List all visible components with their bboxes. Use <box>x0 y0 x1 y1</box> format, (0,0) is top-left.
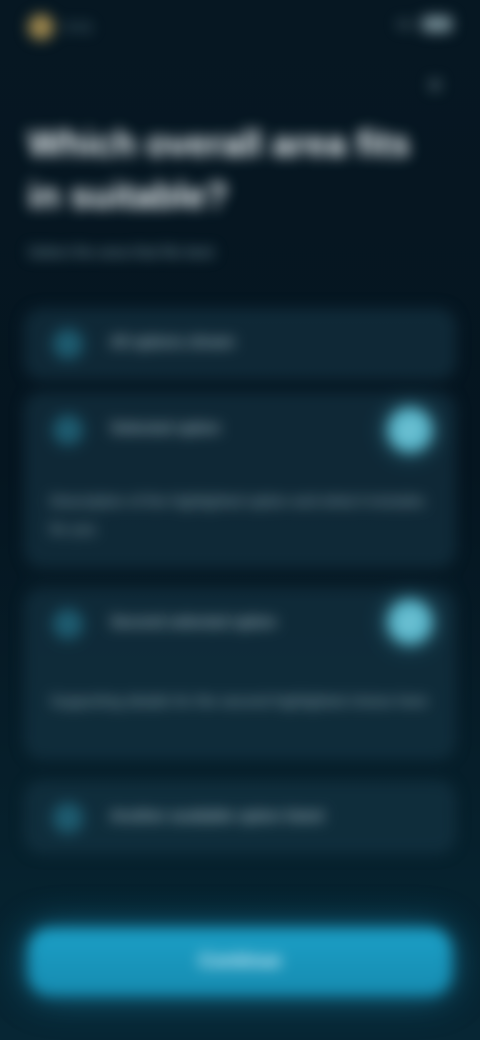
option-1-label: All options shown <box>110 334 235 351</box>
page-title: Which overall area fits in suitable? <box>28 123 411 216</box>
option-3[interactable]: Second selected option ✓ Supporting deta… <box>24 588 456 760</box>
radio-icon <box>54 330 82 358</box>
status-right: 5G <box>397 16 452 32</box>
option-4-label: Another available option listed <box>110 808 324 825</box>
close-button[interactable]: ✕ <box>418 72 452 100</box>
status-bar: 9:41 5G <box>28 14 452 42</box>
option-3-description: Supporting details for the second highli… <box>50 693 428 710</box>
continue-button[interactable]: Continue <box>28 928 452 996</box>
continue-label: Continue <box>198 951 282 972</box>
close-icon: ✕ <box>425 73 445 98</box>
status-time: 9:41 <box>64 18 94 36</box>
page-subtitle: Select the area that fits best <box>28 244 214 261</box>
app-indicator-icon <box>28 14 54 40</box>
status-left: 9:41 <box>28 14 93 40</box>
radio-icon <box>54 610 82 638</box>
check-icon: ✓ <box>388 408 432 452</box>
option-2-label: Selected option <box>110 420 221 437</box>
option-1[interactable]: All options shown <box>24 308 456 380</box>
battery-icon <box>422 16 452 32</box>
option-4[interactable]: Another available option listed <box>24 780 456 854</box>
screen: 9:41 5G ✕ Which overall area fits in sui… <box>0 0 480 1040</box>
check-icon: ✓ <box>388 600 432 644</box>
radio-icon <box>54 804 82 832</box>
divider <box>24 580 456 581</box>
option-2-description: Description of the highlighted option an… <box>50 493 425 538</box>
radio-icon <box>54 416 82 444</box>
option-3-label: Second selected option <box>110 614 277 631</box>
option-2[interactable]: Selected option ✓ Description of the hig… <box>24 392 456 568</box>
signal-icon: 5G <box>396 16 414 32</box>
